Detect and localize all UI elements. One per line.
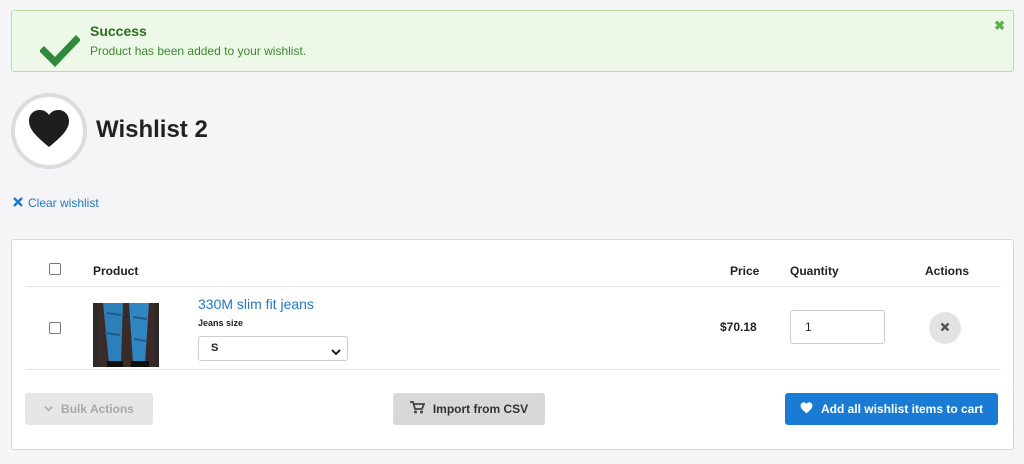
item-price: $70.18 xyxy=(720,320,757,334)
heart-icon xyxy=(800,401,813,417)
add-all-to-cart-button[interactable]: Add all wishlist items to cart xyxy=(785,393,998,425)
alert-title: Success xyxy=(90,23,147,39)
wishlist-table: Product Price Quantity Actions 330M slim… xyxy=(11,239,1014,450)
bulk-actions-button[interactable]: Bulk Actions xyxy=(25,393,153,425)
divider xyxy=(26,369,1001,370)
import-csv-button[interactable]: Import from CSV xyxy=(393,393,545,425)
success-alert: Success Product has been added to your w… xyxy=(11,10,1014,72)
bulk-actions-label: Bulk Actions xyxy=(61,402,134,416)
chevron-down-icon xyxy=(44,402,53,416)
cart-icon xyxy=(409,401,426,417)
size-select[interactable]: S xyxy=(198,336,348,361)
row-checkbox[interactable] xyxy=(49,322,61,334)
import-csv-label: Import from CSV xyxy=(432,402,529,416)
close-icon xyxy=(13,196,23,210)
add-all-label: Add all wishlist items to cart xyxy=(820,402,984,416)
page-title: Wishlist 2 xyxy=(96,116,208,143)
column-header-actions: Actions xyxy=(925,264,970,278)
clear-wishlist-link[interactable]: Clear wishlist xyxy=(13,196,99,210)
quantity-input[interactable]: 1 xyxy=(790,310,885,344)
column-header-price: Price xyxy=(730,264,760,278)
remove-item-button[interactable] xyxy=(929,312,961,344)
column-header-product: Product xyxy=(93,264,139,278)
chevron-down-icon xyxy=(331,343,341,366)
close-icon xyxy=(940,319,950,337)
divider xyxy=(26,286,1001,287)
alert-message: Product has been added to your wishlist. xyxy=(90,44,307,58)
product-name-link[interactable]: 330M slim fit jeans xyxy=(198,296,314,312)
close-icon[interactable]: ✖ xyxy=(994,19,1005,32)
clear-wishlist-label: Clear wishlist xyxy=(28,196,99,210)
select-all-checkbox[interactable] xyxy=(49,263,61,275)
size-select-value: S xyxy=(211,342,219,354)
heart-icon xyxy=(27,109,71,154)
product-thumbnail[interactable] xyxy=(93,303,159,367)
wishlist-heart-badge xyxy=(11,93,87,169)
check-icon xyxy=(39,35,81,72)
option-label: Jeans size xyxy=(198,318,244,328)
column-header-quantity: Quantity xyxy=(790,264,839,278)
